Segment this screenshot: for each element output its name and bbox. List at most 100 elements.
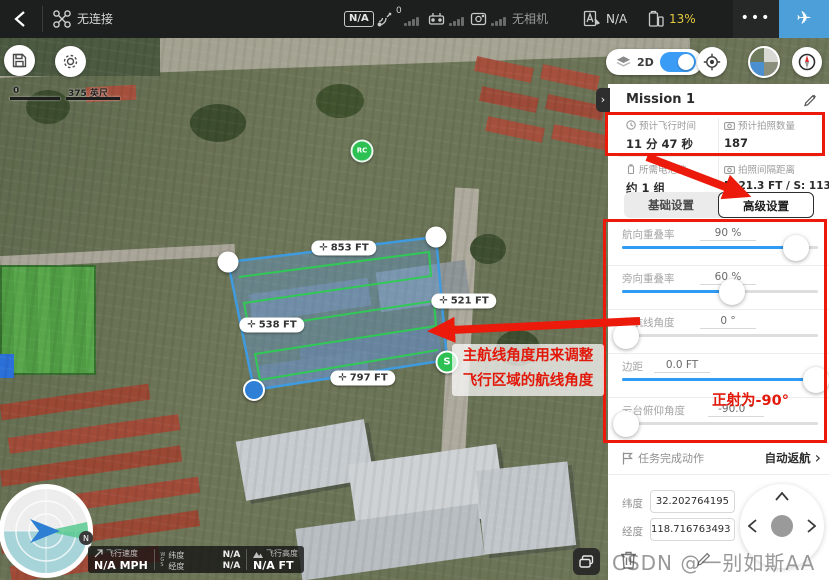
course-overlap-slider[interactable] (622, 246, 818, 249)
compass-reset-button[interactable] (792, 47, 822, 77)
nudge-up-button[interactable] (775, 492, 789, 501)
stat-photo-count: 预计拍照数量 187 (724, 118, 795, 150)
nudge-dpad (740, 484, 824, 568)
edge-length-bottom[interactable]: ✛797 FT (330, 371, 395, 386)
telemetry-lng-value: N/A (223, 561, 241, 572)
altitude-value: N/A FT (253, 559, 298, 572)
battery-small-icon (626, 164, 636, 174)
finish-action-label: 任务完成动作 (638, 450, 704, 466)
mission-panel: Mission 1 预计飞行时间 11 分 47 秒 预计拍照数量 (608, 84, 829, 580)
stat-photo-interval: 拍照间隔距离 F: 21.3 FT / S: 113.6 FT (724, 162, 829, 192)
slider-handle[interactable] (803, 367, 829, 393)
north-badge: N (83, 534, 89, 543)
gimbal-pitch-value[interactable]: -90.0 ° (708, 403, 764, 417)
edit-mission-icon[interactable] (803, 93, 817, 107)
vertex-handle-top-left[interactable] (218, 252, 239, 273)
map-settings-button[interactable] (55, 46, 86, 77)
speed-arrow-icon (94, 549, 103, 558)
telemetry-lat-label: 纬度 (168, 550, 184, 561)
gear-icon (62, 53, 79, 70)
layers-icon (616, 56, 631, 69)
nudge-left-button[interactable] (748, 519, 757, 533)
save-mission-button[interactable] (4, 45, 35, 76)
more-menu-button[interactable]: ••• (733, 0, 779, 38)
route-angle-slider[interactable] (622, 334, 818, 337)
2d-toggle-switch[interactable] (660, 52, 696, 72)
edge-length-right[interactable]: ✛521 FT (431, 294, 496, 309)
scale-bar (66, 97, 120, 100)
takeoff-button[interactable]: ✈ (779, 0, 829, 38)
topbar-divider (42, 6, 43, 32)
gps-satellite-icon (377, 11, 394, 27)
move-icon: ✛ (439, 296, 447, 307)
chevron-right-icon: › (815, 451, 821, 465)
slider-handle[interactable] (783, 235, 809, 261)
tab-basic-settings[interactable]: 基础设置 (624, 192, 718, 218)
move-icon: ✛ (319, 243, 327, 254)
nudge-right-button[interactable] (807, 519, 816, 533)
camera-icon (724, 165, 735, 174)
mission-title: Mission 1 (626, 92, 695, 107)
map-layer-preview-button[interactable] (748, 46, 780, 78)
altitude-label: 飞行高度 (266, 548, 298, 559)
telemetry-lat-value: N/A (223, 550, 241, 561)
slider-handle[interactable] (613, 411, 639, 437)
margin-slider[interactable] (622, 378, 818, 381)
map-mode-toggle[interactable]: 2D (606, 49, 702, 75)
longitude-input[interactable]: 118.716763493 (650, 518, 735, 541)
gps-count: 0 (396, 6, 402, 16)
stacked-maps-icon (579, 555, 594, 568)
map-mode-label: 2D (637, 56, 654, 69)
vertex-handle-bottom-left[interactable] (243, 379, 265, 401)
route-angle-value[interactable]: 0 ° (700, 315, 756, 329)
rc-location-marker: RC (351, 140, 374, 163)
camera-icon (724, 121, 735, 130)
finish-action-value: 自动返航 (765, 450, 811, 466)
scale-zero-label: 0 (13, 86, 19, 96)
app-screen: 无连接 N/A 0 (0, 0, 829, 580)
camera-signal-bars (491, 17, 506, 26)
telemetry-bar: 飞行速度 N/A MPH WGS 纬度N/A 经度N/A (88, 546, 304, 573)
locate-button[interactable] (697, 47, 727, 77)
save-icon (12, 53, 27, 68)
slider-handle[interactable] (613, 323, 639, 349)
drone-icon (53, 10, 71, 28)
margin-value[interactable]: 0.0 FT (654, 359, 710, 373)
edge-length-top[interactable]: ✛853 FT (311, 241, 376, 256)
route-start-marker[interactable]: S (436, 351, 459, 374)
flight-mode-icon (583, 10, 600, 28)
move-icon: ✛ (247, 320, 255, 331)
finish-action-row[interactable]: 任务完成动作 自动返航 › (622, 447, 821, 469)
latitude-input[interactable]: 32.202764195 (650, 490, 735, 513)
vertex-handle-top-right[interactable] (426, 227, 447, 248)
settings-tabbar: 基础设置 高级设置 (624, 192, 814, 218)
remote-controller-icon (428, 11, 445, 26)
gps-signal-bars (404, 17, 419, 26)
speed-value: N/A MPH (94, 559, 148, 572)
altitude-icon (253, 550, 263, 558)
slider-handle[interactable] (719, 279, 745, 305)
battery-icon (648, 10, 664, 28)
tab-advanced-settings[interactable]: 高级设置 (718, 192, 814, 218)
course-overlap-value[interactable]: 90 % (700, 227, 756, 241)
flight-mode-value: N/A (606, 0, 627, 38)
gimbal-pitch-slider[interactable] (622, 422, 818, 425)
map-layers-button[interactable] (573, 548, 600, 575)
connection-status: 无连接 (77, 0, 113, 38)
nudge-center-button[interactable] (771, 515, 793, 537)
rc-signal-bars (449, 17, 464, 26)
battery-percent: 13% (669, 0, 696, 38)
edge-length-left[interactable]: ✛538 FT (239, 318, 304, 333)
latitude-label: 纬度 (622, 496, 643, 511)
side-overlap-slider[interactable] (622, 290, 818, 293)
stat-flight-time: 预计飞行时间 11 分 47 秒 (626, 118, 696, 152)
top-status-bar: 无连接 N/A 0 (0, 0, 829, 38)
back-icon[interactable] (14, 10, 26, 28)
wgs-icon: WGS (160, 553, 165, 568)
telemetry-lng-label: 经度 (168, 561, 184, 572)
longitude-label: 经度 (622, 524, 643, 539)
compass-icon (797, 52, 817, 72)
panel-collapse-handle[interactable]: › (596, 88, 610, 112)
flag-icon (622, 452, 633, 465)
camera-transmission-icon (470, 11, 487, 26)
